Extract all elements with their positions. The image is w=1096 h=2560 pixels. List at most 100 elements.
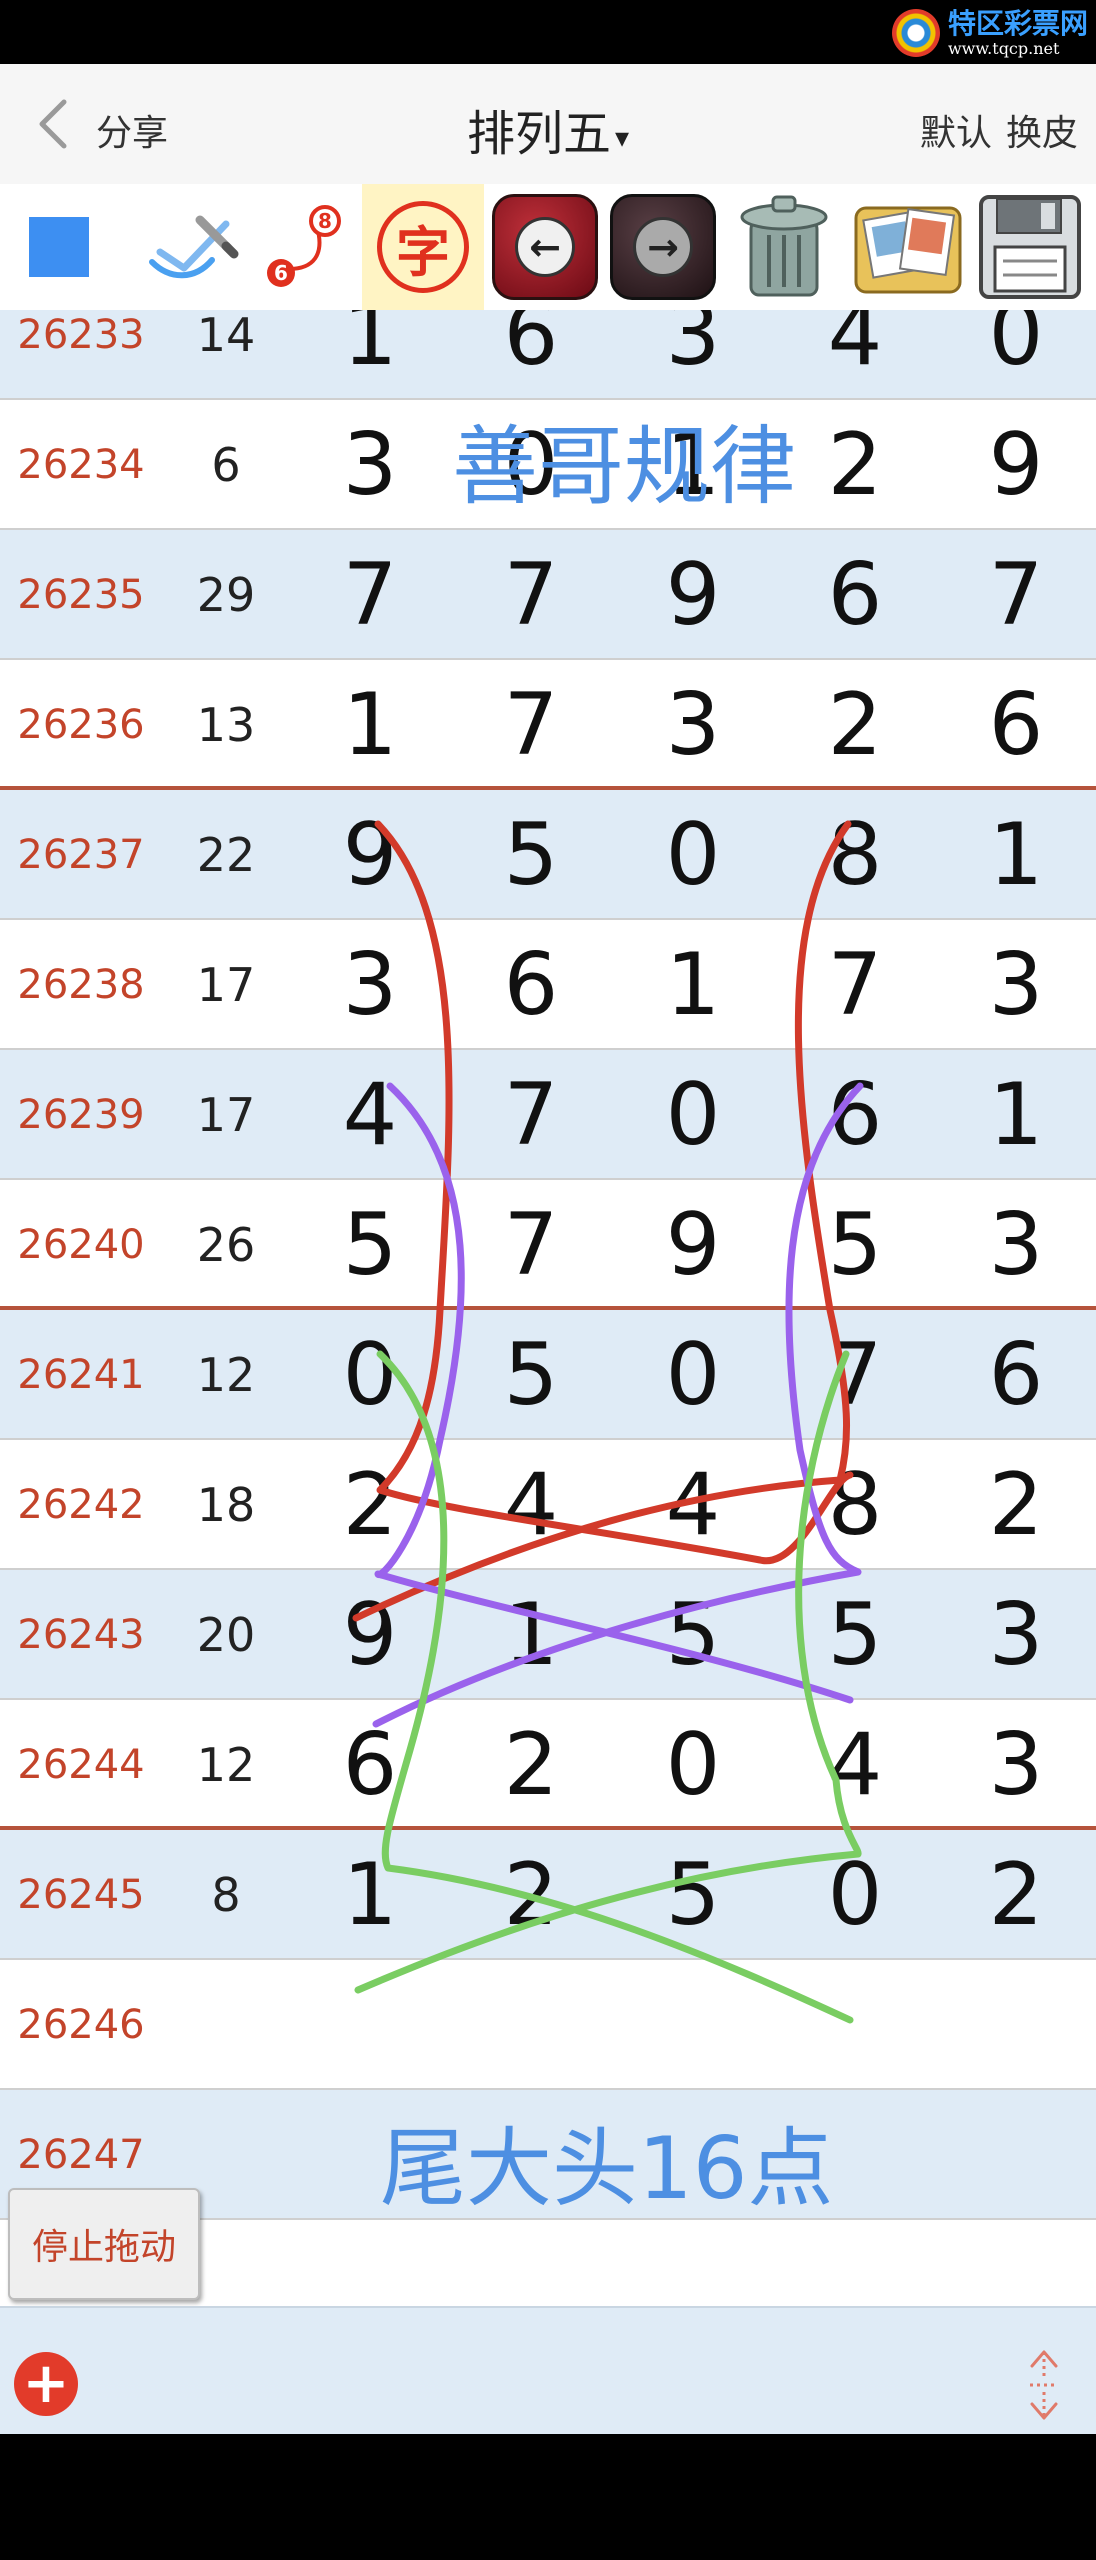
digit-cell[interactable]: 2 [936,1830,1096,1960]
digit-cell[interactable]: 2 [936,1440,1096,1570]
table-row[interactable]: 26236 13 1 7 3 2 6 [0,660,1096,790]
number-link-tool[interactable]: 8 6 [252,184,354,310]
digit-cell[interactable]: 1 [450,1570,612,1700]
digit-cell[interactable]: 9 [290,790,450,920]
digit-cell[interactable] [290,2220,450,2306]
digit-cell[interactable]: 3 [936,1180,1096,1310]
digit-cell[interactable]: 1 [290,310,450,400]
digit-cell[interactable]: 5 [450,790,612,920]
digit-cell[interactable] [450,1960,612,2090]
digit-cell[interactable] [936,2220,1096,2306]
digit-cell[interactable]: 1 [936,1050,1096,1180]
digit-cell[interactable]: 3 [936,1700,1096,1830]
digit-cell[interactable] [290,1960,450,2090]
digit-cell[interactable]: 4 [450,1440,612,1570]
scroll-toggle-icon[interactable] [1022,2348,1066,2422]
digit-cell[interactable]: 7 [936,530,1096,660]
digit-cell[interactable]: 7 [290,530,450,660]
digit-cell[interactable]: 4 [612,1440,774,1570]
digit-cell[interactable]: 3 [936,920,1096,1050]
digit-cell[interactable]: 0 [612,1310,774,1440]
digit-cell[interactable]: 8 [774,1440,936,1570]
digit-cell[interactable]: 5 [774,1180,936,1310]
digit-cell[interactable]: 6 [936,1310,1096,1440]
digit-cell[interactable]: 5 [290,1180,450,1310]
table-row[interactable]: 26241 12 0 5 0 7 6 [0,1310,1096,1440]
stop-drag-button[interactable]: 停止拖动 [8,2188,200,2300]
table-row[interactable]: 26242 18 2 4 4 8 2 [0,1440,1096,1570]
digit-cell[interactable]: 0 [612,1050,774,1180]
digit-cell[interactable]: 8 [774,790,936,920]
digit-cell[interactable]: 3 [612,660,774,790]
digit-cell[interactable]: 9 [612,530,774,660]
photo-button[interactable] [846,184,970,310]
digit-cell[interactable]: 7 [450,530,612,660]
digit-cell[interactable]: 6 [774,530,936,660]
digit-cell[interactable]: 0 [612,1700,774,1830]
digit-cell[interactable]: 5 [612,1830,774,1960]
digit-cell[interactable]: 9 [936,400,1096,530]
digit-cell[interactable]: 5 [450,1310,612,1440]
table-row[interactable]: 26237 22 9 5 0 8 1 [0,790,1096,920]
digit-cell[interactable]: 0 [936,310,1096,400]
digit-cell[interactable]: 9 [612,1180,774,1310]
lottery-grid[interactable]: 26233 14 1 6 3 4 0 26234 6 3 0 1 2 9 26235 29 7 7 9 6 7 26236… [0,310,1096,2306]
digit-cell[interactable]: 7 [450,1180,612,1310]
digit-cell[interactable]: 2 [450,1700,612,1830]
table-row[interactable]: 26243 20 9 1 5 5 3 [0,1570,1096,1700]
digit-cell[interactable]: 1 [612,920,774,1050]
digit-cell[interactable]: 0 [290,1310,450,1440]
digit-cell[interactable] [936,1960,1096,2090]
digit-cell[interactable]: 3 [290,920,450,1050]
digit-cell[interactable]: 2 [774,660,936,790]
digit-cell[interactable]: 5 [774,1570,936,1700]
table-row[interactable]: 26244 12 6 2 0 4 3 [0,1700,1096,1830]
digit-cell[interactable]: 7 [450,660,612,790]
digit-cell[interactable]: 7 [774,920,936,1050]
digit-cell[interactable] [450,2220,612,2306]
digit-cell[interactable]: 6 [290,1700,450,1830]
digit-cell[interactable]: 1 [290,1830,450,1960]
undo-button[interactable]: ← [490,184,600,310]
digit-cell[interactable]: 6 [774,1050,936,1180]
digit-cell[interactable]: 9 [290,1570,450,1700]
clear-button[interactable] [724,184,844,310]
redo-button[interactable]: → [608,184,718,310]
digit-cell[interactable] [612,2220,774,2306]
digit-cell[interactable]: 2 [450,1830,612,1960]
digit-cell[interactable]: 2 [290,1440,450,1570]
digit-cell[interactable] [936,2090,1096,2220]
table-row[interactable]: 26245 8 1 2 5 0 2 [0,1830,1096,1960]
digit-cell[interactable] [612,1960,774,2090]
digit-cell[interactable]: 7 [774,1310,936,1440]
digit-cell[interactable]: 0 [612,790,774,920]
change-skin-button[interactable]: 换皮 [1006,113,1078,154]
digit-cell[interactable]: 4 [774,310,936,400]
digit-cell[interactable]: 6 [450,310,612,400]
digit-cell[interactable]: 7 [450,1050,612,1180]
digit-cell[interactable]: 4 [290,1050,450,1180]
digit-cell[interactable]: 1 [290,660,450,790]
digit-cell[interactable]: 6 [450,920,612,1050]
add-icon[interactable]: + [14,2352,78,2416]
digit-cell[interactable]: 6 [936,660,1096,790]
table-row[interactable]: 26238 17 3 6 1 7 3 [0,920,1096,1050]
pen-tool[interactable] [130,184,250,310]
digit-cell[interactable]: 4 [774,1700,936,1830]
color-square-tool[interactable] [14,184,104,310]
table-row[interactable]: 26233 14 1 6 3 4 0 [0,310,1096,400]
digit-cell[interactable]: 3 [612,310,774,400]
save-button[interactable] [972,184,1088,310]
table-row[interactable]: 26235 29 7 7 9 6 7 [0,530,1096,660]
text-tool[interactable]: 字 [362,184,484,310]
digit-cell[interactable] [774,2220,936,2306]
table-row[interactable]: 26239 17 4 7 0 6 1 [0,1050,1096,1180]
digit-cell[interactable]: 0 [774,1830,936,1960]
table-row[interactable]: 26240 26 5 7 9 5 3 [0,1180,1096,1310]
digit-cell[interactable]: 5 [612,1570,774,1700]
default-button[interactable]: 默认 [920,113,992,154]
digit-cell[interactable]: 2 [774,400,936,530]
digit-cell[interactable] [774,1960,936,2090]
digit-cell[interactable]: 3 [936,1570,1096,1700]
digit-cell[interactable]: 3 [290,400,450,530]
